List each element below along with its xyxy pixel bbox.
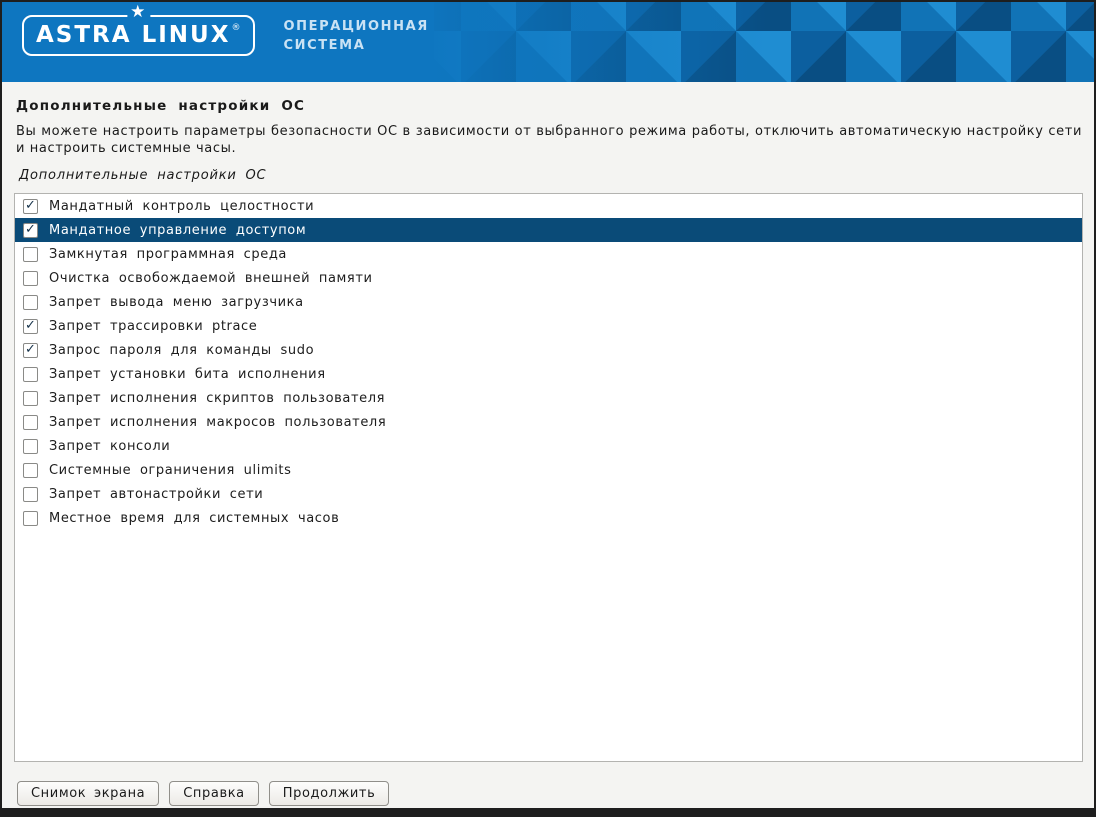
header-banner: ★ ASTRA LINUX® ОПЕРАЦИОННАЯ СИСТЕМА xyxy=(2,2,1094,82)
option-label: Мандатный контроль целостности xyxy=(49,199,314,214)
help-button[interactable]: Справка xyxy=(169,781,258,806)
option-label: Запрет вывода меню загрузчика xyxy=(49,295,304,310)
checkbox-icon[interactable] xyxy=(23,511,38,526)
option-label: Запрет трассировки ptrace xyxy=(49,319,257,334)
option-row[interactable]: ✓ Запрет трассировки ptrace xyxy=(15,314,1082,338)
options-listbox[interactable]: ✓ Мандатный контроль целостности ✓ Манда… xyxy=(14,193,1083,762)
option-row[interactable]: Местное время для системных часов xyxy=(15,506,1082,530)
option-label: Запрет исполнения макросов пользователя xyxy=(49,415,386,430)
footer-bar: Снимок экрана Справка Продолжить xyxy=(2,781,1094,806)
registered-mark: ® xyxy=(231,23,242,33)
installer-window: ★ ASTRA LINUX® ОПЕРАЦИОННАЯ СИСТЕМА Допол… xyxy=(0,0,1096,817)
checkbox-icon[interactable] xyxy=(23,463,38,478)
option-row[interactable]: ✓ Мандатное управление доступом xyxy=(15,218,1082,242)
checkbox-icon[interactable] xyxy=(23,439,38,454)
page-subtitle: Дополнительные настройки ОС xyxy=(19,168,266,183)
option-row[interactable]: Запрет вывода меню загрузчика xyxy=(15,290,1082,314)
option-row[interactable]: Очистка освобождаемой внешней памяти xyxy=(15,266,1082,290)
checkbox-icon[interactable] xyxy=(23,295,38,310)
option-row[interactable]: Запрет исполнения макросов пользователя xyxy=(15,410,1082,434)
checkbox-icon[interactable] xyxy=(23,247,38,262)
option-row[interactable]: Системные ограничения ulimits xyxy=(15,458,1082,482)
option-label: Запрет консоли xyxy=(49,439,170,454)
continue-button[interactable]: Продолжить xyxy=(269,781,390,806)
option-label: Запрет автонастройки сети xyxy=(49,487,263,502)
option-label: Мандатное управление доступом xyxy=(49,223,306,238)
option-label: Запрет установки бита исполнения xyxy=(49,367,326,382)
checkbox-icon[interactable] xyxy=(23,367,38,382)
brand-subtitle: ОПЕРАЦИОННАЯ СИСТЕМА xyxy=(283,17,428,55)
checkbox-icon[interactable] xyxy=(23,391,38,406)
option-row[interactable]: Запрет установки бита исполнения xyxy=(15,362,1082,386)
brand-subtitle-line2: СИСТЕМА xyxy=(283,38,365,53)
installer-inner: ★ ASTRA LINUX® ОПЕРАЦИОННАЯ СИСТЕМА Допол… xyxy=(2,2,1094,808)
option-label: Запрет исполнения скриптов пользователя xyxy=(49,391,385,406)
logo-text: ASTRA LINUX xyxy=(36,22,230,48)
brand-subtitle-line1: ОПЕРАЦИОННАЯ xyxy=(283,19,428,34)
option-row[interactable]: ✓ Мандатный контроль целостности xyxy=(15,194,1082,218)
option-label: Запрос пароля для команды sudo xyxy=(49,343,314,358)
option-label: Местное время для системных часов xyxy=(49,511,339,526)
option-label: Системные ограничения ulimits xyxy=(49,463,291,478)
checkbox-icon[interactable]: ✓ xyxy=(23,199,38,214)
star-icon: ★ xyxy=(127,4,150,21)
option-row[interactable]: Запрет исполнения скриптов пользователя xyxy=(15,386,1082,410)
option-label: Замкнутая программная среда xyxy=(49,247,287,262)
screenshot-button[interactable]: Снимок экрана xyxy=(17,781,159,806)
brand-block: ★ ASTRA LINUX® ОПЕРАЦИОННАЯ СИСТЕМА xyxy=(22,15,429,56)
option-row[interactable]: Запрет консоли xyxy=(15,434,1082,458)
option-label: Очистка освобождаемой внешней памяти xyxy=(49,271,373,286)
option-row[interactable]: ✓ Запрос пароля для команды sudo xyxy=(15,338,1082,362)
page-description: Вы можете настроить параметры безопаснос… xyxy=(16,123,1082,157)
page-title: Дополнительные настройки ОС xyxy=(16,98,305,114)
checkbox-icon[interactable]: ✓ xyxy=(23,319,38,334)
checkbox-icon[interactable] xyxy=(23,487,38,502)
astra-linux-logo: ★ ASTRA LINUX® xyxy=(22,15,255,56)
checkbox-icon[interactable]: ✓ xyxy=(23,343,38,358)
option-row[interactable]: Замкнутая программная среда xyxy=(15,242,1082,266)
option-row[interactable]: Запрет автонастройки сети xyxy=(15,482,1082,506)
checkbox-icon[interactable] xyxy=(23,415,38,430)
checkbox-icon[interactable]: ✓ xyxy=(23,223,38,238)
checkbox-icon[interactable] xyxy=(23,271,38,286)
